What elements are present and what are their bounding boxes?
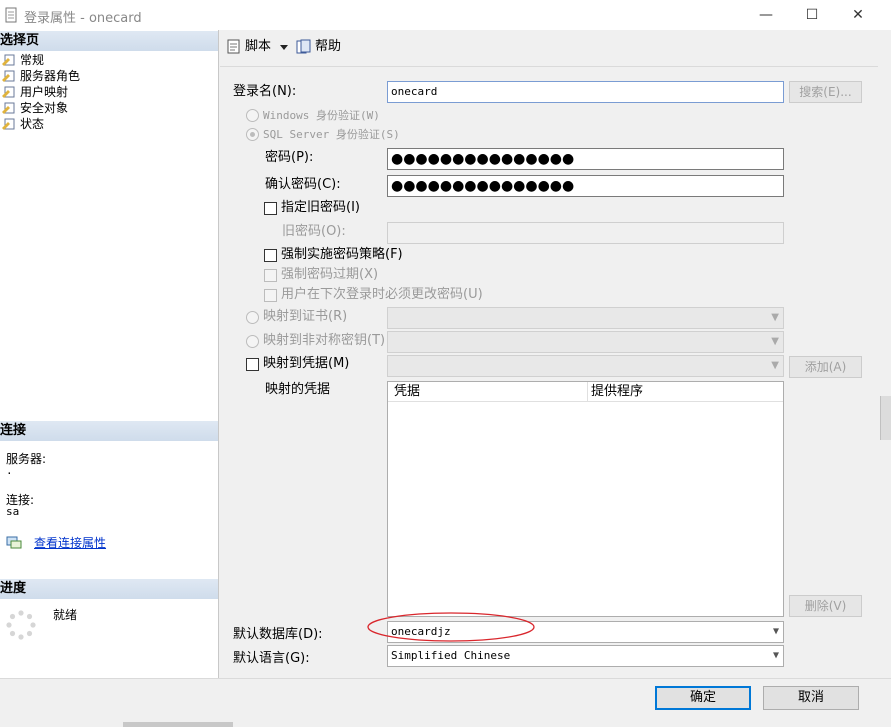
specify-old-password-checkbox[interactable] [264,202,277,215]
map-asym-key-radio[interactable] [246,335,259,348]
general-page: 登录名(N): onecard 搜索(E)... Windows 身份验证(W)… [220,66,878,678]
page-item-server-roles[interactable]: 服务器角色 [2,68,80,84]
page-icon [2,70,15,82]
maximize-button[interactable]: ☐ [789,0,835,30]
page-icon [2,118,15,130]
help-icon [296,39,311,54]
old-password-label: 旧密码(O): [282,224,346,239]
ok-button[interactable]: 确定 [655,686,751,710]
login-name-input[interactable]: onecard [387,81,784,103]
mapped-credentials-label: 映射的凭据 [265,382,331,397]
page-item-user-mapping[interactable]: 用户映射 [2,84,68,100]
page-icon [2,86,15,98]
must-change-checkbox[interactable] [264,289,277,302]
default-language-value: Simplified Chinese [391,649,511,662]
maximize-icon: ☐ [805,7,819,23]
map-credential-checkbox[interactable] [246,358,259,371]
credential-select[interactable]: ▼ [387,355,784,377]
page-item-label: 安全对象 [20,101,69,115]
connection-properties-icon [6,536,22,549]
close-icon: ✕ [852,7,864,23]
map-asym-key-label: 映射到非对称密钥(T) [263,333,386,348]
title-bar: 登录属性 - onecard — ☐ ✕ [0,0,891,30]
cancel-button[interactable]: 取消 [763,686,859,710]
chevron-down-icon: ▼ [771,312,779,323]
progress-status: 就绪 [53,608,78,622]
document-icon [5,7,17,23]
dropdown-arrow-icon[interactable] [280,45,288,50]
map-credential-label: 映射到凭据(M) [263,356,350,371]
grid-header-credential[interactable]: 凭据 [388,382,588,402]
chevron-down-icon: ▼ [772,626,779,637]
enforce-policy-label: 强制实施密码策略(F) [281,247,403,262]
page-item-label: 状态 [20,117,45,131]
sql-auth-label: SQL Server 身份验证(S) [263,128,400,141]
page-icon [2,102,15,114]
enforce-expiration-label: 强制密码过期(X) [281,267,379,282]
minimize-icon: — [759,7,773,23]
enforce-expiration-checkbox[interactable] [264,269,277,282]
page-item-securables[interactable]: 安全对象 [2,100,68,116]
page-item-label: 常规 [20,53,45,67]
enforce-policy-checkbox[interactable] [264,249,277,262]
asym-key-select[interactable]: ▼ [387,331,784,353]
windows-auth-label: Windows 身份验证(W) [263,109,380,122]
mapped-credentials-grid[interactable]: 凭据 提供程序 [387,381,784,617]
chevron-down-icon: ▼ [771,336,779,347]
left-panel: 选择页 常规 服务器角色 用户映射 安全对象 状态 连接 服务器: . 连接: … [0,30,219,678]
annotation-ellipse [367,612,535,642]
default-language-label: 默认语言(G): [233,651,310,666]
chevron-down-icon: ▼ [772,650,779,661]
map-certificate-label: 映射到证书(R) [263,309,348,324]
default-database-label: 默认数据库(D): [233,627,323,642]
dialog-button-bar [0,678,891,727]
windows-auth-radio[interactable] [246,109,259,122]
add-credential-button[interactable]: 添加(A) [789,356,862,378]
view-connection-properties-link[interactable]: 查看连接属性 [34,534,106,551]
script-label: 脚本 [245,39,272,54]
select-page-header: 选择页 [0,31,218,51]
page-item-label: 服务器角色 [20,69,81,83]
grid-header-provider[interactable]: 提供程序 [588,382,783,402]
must-change-label: 用户在下次登录时必须更改密码(U) [281,287,483,302]
window-title: 登录属性 - onecard [24,11,142,26]
login-name-label: 登录名(N): [233,84,297,99]
map-certificate-radio[interactable] [246,311,259,324]
specify-old-password-label: 指定旧密码(I) [281,200,360,215]
script-icon [227,39,240,54]
toolbar: 脚本 帮助 [220,30,891,65]
search-button[interactable]: 搜索(E)... [789,81,862,103]
server-value: . [6,464,13,477]
confirm-password-input[interactable]: ●●●●●●●●●●●●●●● [387,175,784,197]
page-icon [2,54,15,66]
page-item-status[interactable]: 状态 [2,116,44,132]
old-password-input[interactable] [387,222,784,244]
certificate-select[interactable]: ▼ [387,307,784,329]
password-input[interactable]: ●●●●●●●●●●●●●●● [387,148,784,170]
close-button[interactable]: ✕ [835,0,881,30]
chevron-down-icon: ▼ [771,360,779,371]
help-label: 帮助 [315,39,342,54]
confirm-password-label: 确认密码(C): [265,177,341,192]
connection-value: sa [6,505,20,518]
page-item-label: 用户映射 [20,85,69,99]
sql-auth-radio[interactable] [246,128,259,141]
progress-header: 进度 [0,579,218,599]
progress-spinner-icon [6,610,36,640]
default-language-select[interactable]: Simplified Chinese ▼ [387,645,784,667]
connection-header: 连接 [0,421,218,441]
vertical-scrollbar-thumb[interactable] [880,396,891,440]
page-item-general[interactable]: 常规 [2,52,44,68]
remove-credential-button[interactable]: 删除(V) [789,595,862,617]
resize-grip [123,722,233,727]
minimize-button[interactable]: — [743,0,789,30]
password-label: 密码(P): [265,150,314,165]
